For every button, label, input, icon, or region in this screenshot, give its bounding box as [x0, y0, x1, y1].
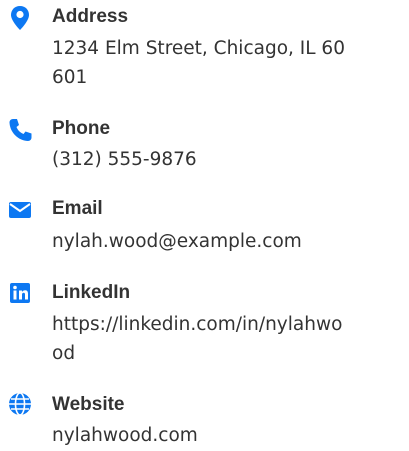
phone-value[interactable]: (312) 555-9876: [52, 145, 352, 174]
phone-icon: [6, 116, 34, 144]
envelope-icon: [6, 196, 34, 224]
email-label: Email: [52, 198, 103, 219]
website-value[interactable]: nylahwood.com: [52, 421, 352, 450]
website-label: Website: [52, 394, 125, 415]
linkedin-label: LinkedIn: [52, 282, 131, 303]
address-label: Address: [52, 6, 129, 27]
globe-icon: [6, 390, 34, 418]
linkedin-icon: [6, 279, 34, 307]
address-value: 1234 Elm Street, Chicago, IL 60601: [52, 38, 345, 88]
linkedin-value[interactable]: https://linkedin.com/in/nylahwood: [52, 310, 352, 368]
map-pin-icon: [6, 4, 34, 32]
phone-label: Phone: [52, 118, 111, 139]
email-value[interactable]: nylah.wood@example.com: [52, 227, 352, 256]
